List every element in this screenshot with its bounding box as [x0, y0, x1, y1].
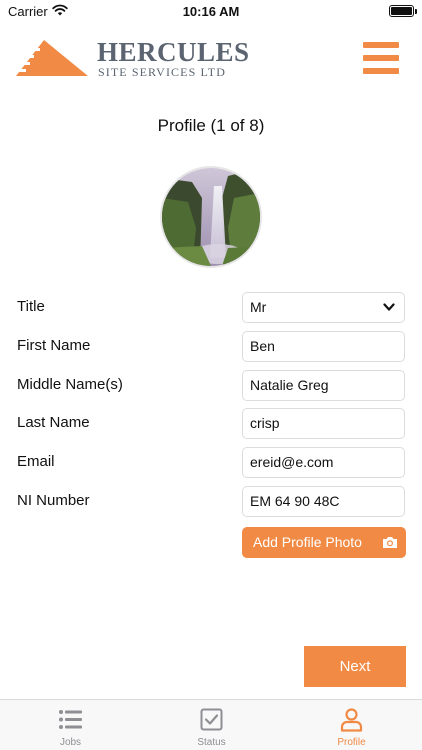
- tab-status-label: Status: [197, 737, 226, 748]
- last-name-field[interactable]: crisp: [242, 408, 405, 439]
- tab-status[interactable]: Status: [141, 700, 282, 750]
- ni-number-field[interactable]: EM 64 90 48C: [242, 486, 405, 517]
- middle-names-field[interactable]: Natalie Greg: [242, 370, 405, 401]
- title-select-value: Mr: [250, 299, 267, 315]
- tab-bar: Jobs Status Profile: [0, 699, 422, 750]
- profile-photo-waterfall: [162, 168, 260, 266]
- tab-jobs-label: Jobs: [59, 737, 82, 748]
- tab-profile[interactable]: Profile: [281, 700, 422, 750]
- form-row-middle-names: Middle Name(s) Natalie Greg: [0, 370, 422, 401]
- status-time: 10:16 AM: [182, 4, 240, 19]
- battery-fill: [391, 7, 412, 15]
- title-select[interactable]: Mr: [242, 292, 405, 323]
- checkbox-icon: [200, 708, 223, 731]
- form-row-first-name: First Name Ben: [0, 331, 422, 362]
- form-row-last-name: Last Name crisp: [0, 408, 422, 439]
- person-icon: [340, 708, 363, 732]
- middle-names-label: Middle Name(s): [17, 376, 123, 393]
- logo-mark-icon: [16, 40, 88, 76]
- email-label: Email: [17, 453, 55, 470]
- first-name-label: First Name: [17, 337, 91, 354]
- form-row-email: Email ereid@e.com: [0, 447, 422, 478]
- page-title: Profile (1 of 8): [157, 116, 265, 135]
- last-name-label: Last Name: [17, 414, 90, 431]
- ni-number-label: NI Number: [17, 492, 90, 509]
- camera-icon: [383, 537, 397, 548]
- logo-title: HERCULES: [97, 37, 250, 67]
- email-field[interactable]: ereid@e.com: [242, 447, 405, 478]
- logo-subtitle: SITE SERVICES LTD: [98, 65, 226, 79]
- status-bar: Carrier 10:16 AM: [0, 0, 422, 22]
- tab-jobs[interactable]: Jobs: [0, 700, 141, 750]
- first-name-field[interactable]: Ben: [242, 331, 405, 362]
- battery-icon: [389, 5, 417, 17]
- add-profile-photo-button[interactable]: Add Profile Photo: [242, 527, 406, 558]
- chevron-down-icon: [383, 303, 395, 311]
- avatar: [160, 166, 262, 268]
- form-row-ni-number: NI Number EM 64 90 48C: [0, 486, 422, 517]
- tab-profile-label: Profile: [337, 737, 366, 748]
- next-button[interactable]: Next: [304, 646, 406, 687]
- hamburger-menu-icon[interactable]: [361, 40, 401, 75]
- form-row-title: Title Mr: [0, 292, 422, 323]
- title-label: Title: [17, 298, 45, 315]
- list-icon: [59, 710, 82, 729]
- add-profile-photo-label: Add Profile Photo: [253, 534, 362, 550]
